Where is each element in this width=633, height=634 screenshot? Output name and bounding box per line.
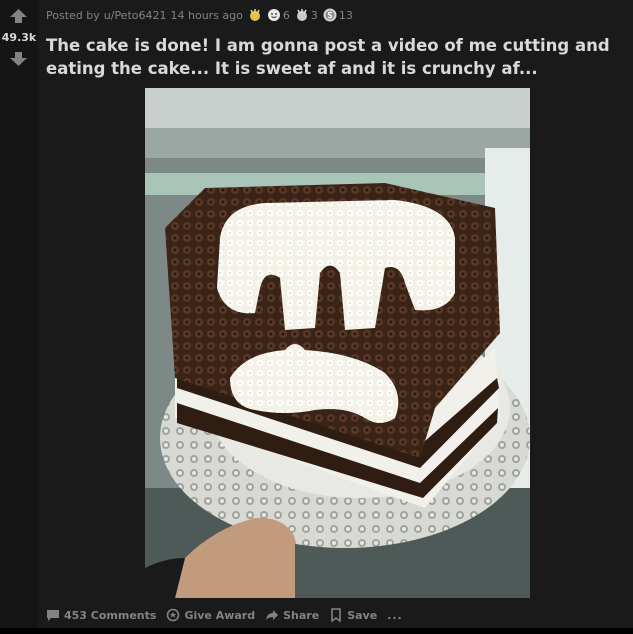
share-button[interactable]: Share — [265, 608, 319, 622]
bookmark-icon — [331, 608, 341, 622]
downvote-icon[interactable] — [10, 52, 27, 66]
give-award-button[interactable]: Give Award — [166, 608, 255, 622]
comment-icon — [47, 610, 59, 621]
post-actions: 453 Comments Give Award Share Save ... — [46, 604, 413, 626]
more-label: ... — [387, 608, 403, 622]
award-hands[interactable] — [248, 8, 262, 22]
posted-by-label: Posted by — [46, 8, 100, 22]
give-award-label: Give Award — [184, 608, 256, 622]
award-count: 3 — [310, 8, 318, 22]
post-title[interactable]: The cake is done! I am gonna post a vide… — [46, 34, 626, 80]
award-count: 6 — [282, 8, 290, 22]
vote-column: 49.3k — [0, 0, 38, 634]
silver-coin-award-icon — [323, 8, 337, 22]
upvote-icon[interactable] — [10, 9, 27, 23]
bottom-divider — [0, 628, 633, 634]
post-time[interactable]: 14 hours ago — [171, 9, 243, 22]
award-clapping[interactable]: 3 — [295, 8, 318, 22]
award-icon — [167, 608, 180, 622]
award-silver[interactable]: 13 — [323, 8, 353, 22]
vote-score: 49.3k — [1, 31, 37, 44]
post-image[interactable] — [145, 88, 530, 598]
award-count: 13 — [338, 8, 353, 22]
comments-button[interactable]: 453 Comments — [46, 608, 156, 622]
wholesome-award-icon — [267, 9, 280, 21]
share-label: Share — [283, 608, 320, 622]
hands-award-icon — [249, 9, 260, 21]
cake-photo — [145, 88, 530, 598]
save-button[interactable]: Save — [329, 608, 377, 622]
post-meta: Posted by u/Peto6421 14 hours ago 6 3 13 — [46, 8, 353, 22]
post-card[interactable]: 49.3k Posted by u/Peto6421 14 hours ago … — [0, 0, 633, 634]
share-icon — [266, 610, 279, 620]
save-label: Save — [347, 608, 378, 622]
clapping-award-icon — [296, 9, 307, 21]
award-wholesome[interactable]: 6 — [267, 8, 290, 22]
comments-label: 453 Comments — [64, 608, 157, 622]
more-options-button[interactable]: ... — [387, 609, 403, 622]
author-link[interactable]: u/Peto6421 — [104, 9, 167, 22]
